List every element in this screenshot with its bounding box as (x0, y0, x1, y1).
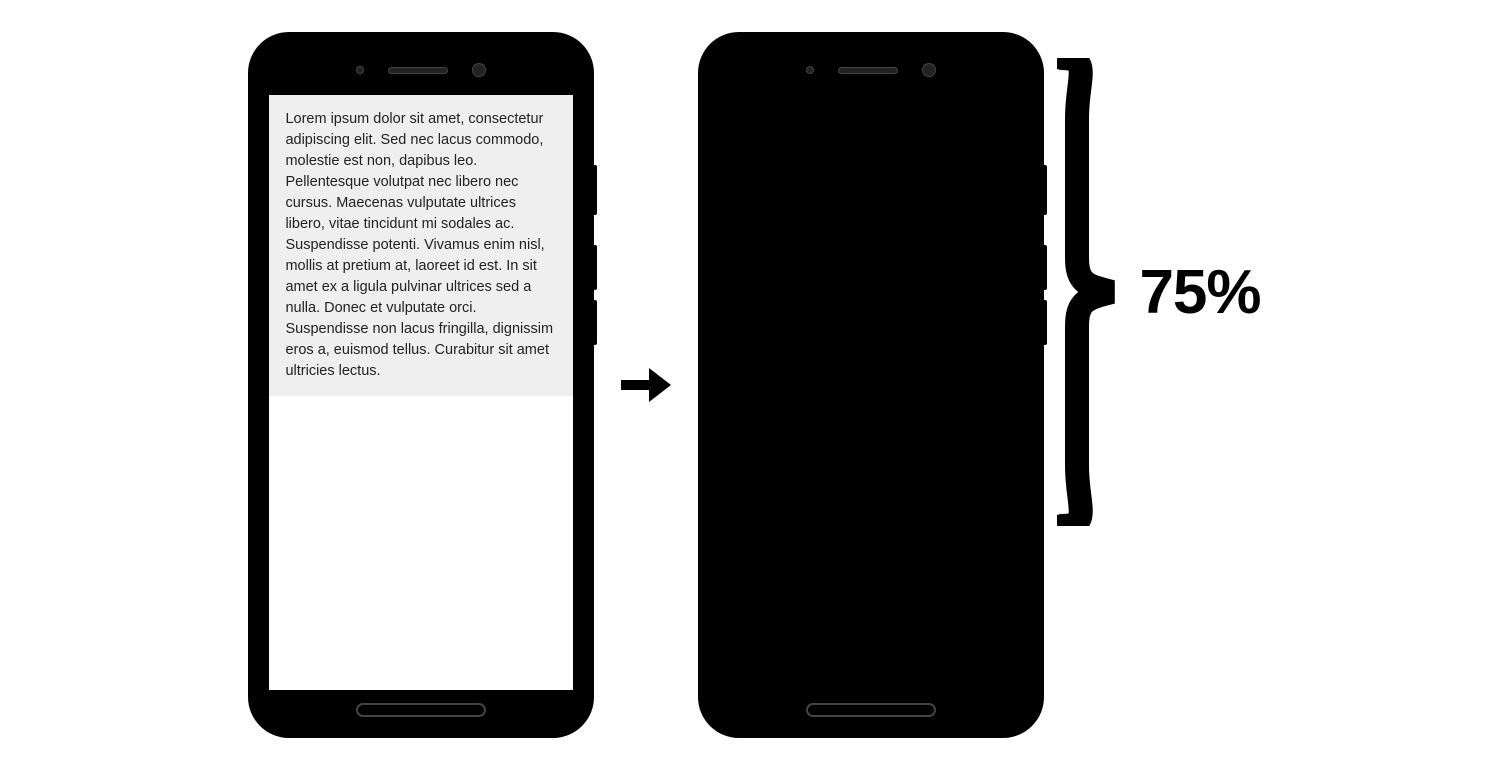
phone-top-bezel (711, 45, 1031, 95)
brace-icon (1057, 58, 1117, 526)
arrow-right-icon (621, 365, 671, 405)
phone-home-indicator (806, 703, 936, 717)
phone-before: Lorem ipsum dolor sit amet, consectetur … (251, 35, 591, 735)
phone-screen: Lorem ipsum dolor sit amet, consectetur … (269, 95, 573, 690)
phone-side-button (593, 245, 597, 290)
sample-text-block: Lorem ipsum dolor sit amet, consectetur … (269, 95, 573, 396)
phone-side-button (593, 165, 597, 215)
speaker-icon (838, 67, 898, 74)
speaker-icon (388, 67, 448, 74)
brace-annotation: 75% (1057, 58, 1260, 526)
camera-icon (472, 63, 486, 77)
phone-top-bezel (261, 45, 581, 95)
phone-side-button (593, 300, 597, 345)
diagram-container: Lorem ipsum dolor sit amet, consectetur … (0, 0, 1512, 770)
phone-side-button (1043, 165, 1047, 215)
phone-after: Lorem ipsum dolor sit amet, consectetur … (701, 35, 1041, 735)
phone-side-button (1043, 245, 1047, 290)
phone-home-indicator (356, 703, 486, 717)
sensor-icon (356, 66, 364, 74)
phone-body: Lorem ipsum dolor sit amet, consectetur … (261, 45, 581, 725)
phone-body: Lorem ipsum dolor sit amet, consectetur … (711, 45, 1031, 725)
sensor-icon (806, 66, 814, 74)
phone-side-button (1043, 300, 1047, 345)
camera-icon (922, 63, 936, 77)
percent-label: 75% (1139, 257, 1260, 328)
